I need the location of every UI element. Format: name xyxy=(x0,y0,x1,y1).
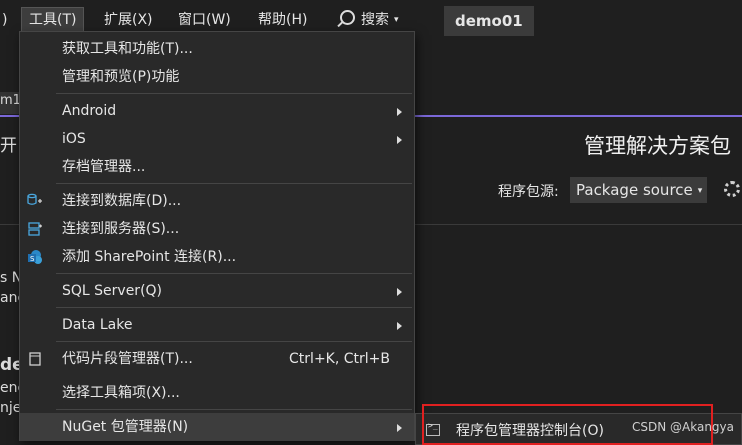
solution-name-badge[interactable]: demo01 xyxy=(444,6,534,36)
watermark: CSDN @Akangya xyxy=(632,420,735,434)
package-source-label: 程序包源: xyxy=(498,184,559,200)
menu-item-manage-preview[interactable]: 管理和预览(P)功能 xyxy=(20,63,414,91)
menu-window[interactable]: 窗口(W) xyxy=(178,8,231,32)
gear-icon[interactable] xyxy=(724,181,740,197)
chevron-right-icon xyxy=(397,288,402,296)
menu-separator xyxy=(56,183,412,184)
menu-item-connect-database[interactable]: 连接到数据库(D)... xyxy=(20,187,414,215)
svg-text:S: S xyxy=(30,255,35,263)
chevron-down-icon: ▾ xyxy=(394,15,399,25)
chevron-right-icon xyxy=(397,136,402,144)
menu-item-label: 存档管理器... xyxy=(62,159,146,175)
menu-item-archive-manager[interactable]: 存档管理器... xyxy=(20,153,414,181)
menu-extensions[interactable]: 扩展(X) xyxy=(104,8,153,32)
menu-item-label: Data Lake xyxy=(62,317,133,333)
menu-item-connect-server[interactable]: 连接到服务器(S)... xyxy=(20,215,414,243)
menu-item-snippet-manager[interactable]: 代码片段管理器(T)... Ctrl+K, Ctrl+B xyxy=(20,345,414,373)
menu-item-label: 管理和预览(P)功能 xyxy=(62,69,180,85)
menu-separator xyxy=(56,93,412,94)
search-box[interactable]: 搜索 ▾ xyxy=(340,8,399,32)
chevron-down-icon: ▾ xyxy=(697,185,703,196)
tools-menu: 获取工具和功能(T)... 管理和预览(P)功能 Android iOS 存档管… xyxy=(19,31,415,441)
menu-separator xyxy=(56,341,412,342)
menu-item-label: NuGet 包管理器(N) xyxy=(62,419,189,435)
package-source-value: Package source xyxy=(576,181,693,199)
menu-item-label: 获取工具和功能(T)... xyxy=(62,41,193,57)
chevron-right-icon xyxy=(397,322,402,330)
menu-item-label: 连接到数据库(D)... xyxy=(62,193,182,209)
package-source-select[interactable]: Package source ▾ xyxy=(570,177,707,203)
menu-tools[interactable]: 工具(T) xyxy=(21,7,85,33)
menu-item-android[interactable]: Android xyxy=(20,97,414,125)
menu-item-nuget-package-manager[interactable]: NuGet 包管理器(N) xyxy=(20,413,414,441)
package-manager-title: 管理解决方案包 xyxy=(584,134,731,158)
menu-item-label: Android xyxy=(62,103,117,119)
tab-fragment: m1 xyxy=(0,93,21,108)
menu-item-get-tools[interactable]: 获取工具和功能(T)... xyxy=(20,35,414,63)
chevron-right-icon xyxy=(397,424,402,432)
menu-item-shortcut: Ctrl+K, Ctrl+B xyxy=(289,351,390,367)
menu-item-label: iOS xyxy=(62,131,86,147)
chevron-right-icon xyxy=(397,108,402,116)
database-connect-icon xyxy=(27,193,42,205)
snippet-icon xyxy=(29,352,41,366)
menu-fragment: ) xyxy=(2,12,8,28)
menu-item-label: SQL Server(Q) xyxy=(62,283,163,299)
search-icon xyxy=(340,10,355,25)
menu-separator xyxy=(56,409,412,410)
menu-separator xyxy=(56,307,412,308)
server-connect-icon xyxy=(28,222,42,236)
menu-item-sql-server[interactable]: SQL Server(Q) xyxy=(20,277,414,305)
menu-help[interactable]: 帮助(H) xyxy=(258,8,307,32)
menu-item-ios[interactable]: iOS xyxy=(20,125,414,153)
menu-item-label: 选择工具箱项(X)... xyxy=(62,385,180,401)
menu-separator xyxy=(56,273,412,274)
left-fragment-1: 开 xyxy=(0,136,17,156)
menu-item-label: 添加 SharePoint 连接(R)... xyxy=(62,249,237,265)
menu-item-choose-toolbox[interactable]: 选择工具箱项(X)... xyxy=(20,379,414,407)
search-label: 搜索 xyxy=(361,12,389,28)
menu-item-data-lake[interactable]: Data Lake xyxy=(20,311,414,339)
menu-item-label: 代码片段管理器(T)... xyxy=(62,351,193,367)
menu-item-label: 连接到服务器(S)... xyxy=(62,221,180,237)
sharepoint-icon: S xyxy=(28,250,42,264)
menu-item-add-sharepoint[interactable]: S 添加 SharePoint 连接(R)... xyxy=(20,243,414,271)
